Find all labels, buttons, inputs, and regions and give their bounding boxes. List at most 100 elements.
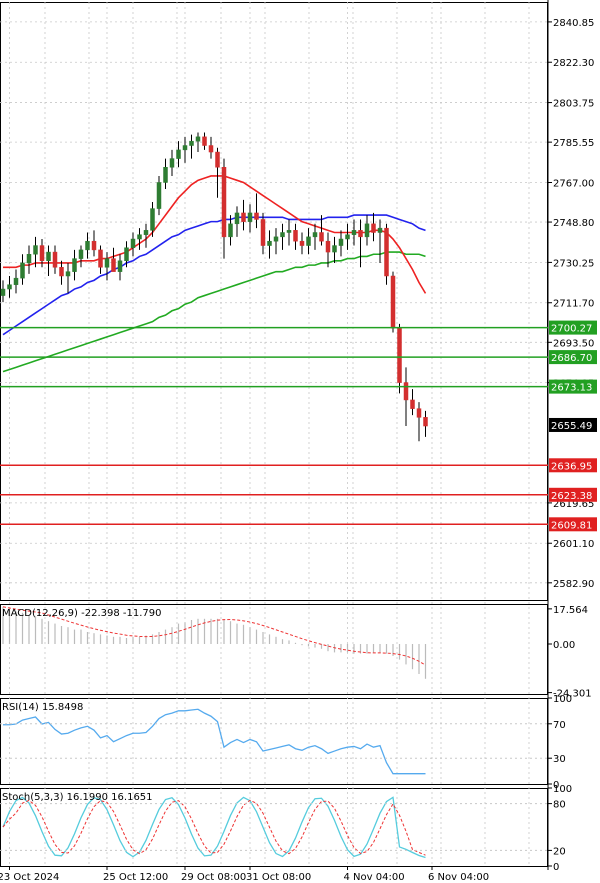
- stoch-tick-label: 80: [553, 800, 566, 811]
- candle-body: [410, 399, 415, 409]
- candle-body: [299, 240, 305, 246]
- candle-body: [20, 262, 25, 279]
- candle-body: [13, 277, 19, 285]
- candle-body: [254, 212, 259, 220]
- candle-body: [312, 232, 318, 238]
- candle-body: [319, 232, 324, 242]
- macd-tick-label: 0.00: [553, 640, 575, 651]
- main-panel: [0, 2, 548, 601]
- candle-body: [78, 249, 84, 259]
- candle-body: [416, 408, 422, 418]
- candle-body: [124, 247, 129, 262]
- candle-body: [169, 158, 175, 168]
- price-tick-label: 2803.75: [553, 99, 594, 110]
- candle-body: [241, 212, 246, 222]
- rsi-label: RSI(14) 15.8498: [2, 702, 83, 713]
- candle-body: [273, 236, 279, 242]
- candle-body: [286, 230, 292, 233]
- candle-body: [208, 145, 214, 153]
- candle-body: [91, 240, 97, 251]
- price-tick-label: 2693.50: [553, 338, 594, 349]
- candle-body: [234, 212, 240, 225]
- stoch-tick-label: 100: [553, 784, 572, 795]
- candle-body: [130, 238, 136, 248]
- resistance-level-tag-label: 2609.81: [551, 520, 592, 531]
- candle-body: [33, 245, 38, 255]
- price-tick-label: 2785.55: [553, 138, 594, 149]
- time-tick-label: 4 Nov 04:00: [344, 872, 405, 883]
- candle-body: [85, 240, 90, 251]
- rsi-line: [3, 708, 426, 775]
- rsi-tick-label: 70: [553, 720, 566, 731]
- candle-body: [163, 167, 168, 183]
- candle-body: [150, 208, 155, 231]
- candle-body: [364, 223, 370, 238]
- candle-body: [111, 258, 116, 272]
- candle-body: [390, 275, 396, 329]
- candle-body: [358, 230, 363, 238]
- candle-body: [59, 267, 64, 277]
- candle-body: [247, 212, 253, 222]
- candle-body: [182, 145, 188, 151]
- time-tick-label: 31 Oct 08:00: [246, 872, 311, 883]
- time-tick-label: 6 Nov 04:00: [428, 872, 489, 883]
- stoch-tick-label: 20: [553, 846, 566, 857]
- time-tick-label: 23 Oct 2024: [0, 872, 59, 883]
- price-tick-label: 2822.30: [553, 58, 594, 69]
- candle-body: [280, 232, 285, 238]
- candle-body: [0, 288, 6, 296]
- rsi-tick-label: 100: [553, 694, 572, 705]
- candle-body: [143, 230, 149, 235]
- time-tick-label: 25 Oct 12:00: [103, 872, 168, 883]
- candle-body: [397, 327, 402, 383]
- macd-label: MACD(12,26,9) -22.398 -11.790: [2, 608, 162, 619]
- candle-body: [377, 227, 383, 233]
- resistance-level-tag-label: 2623.38: [551, 491, 592, 502]
- candle-body: [26, 253, 32, 264]
- candle-body: [371, 223, 376, 233]
- candle-body: [403, 382, 409, 401]
- candle-body: [351, 230, 357, 235]
- price-tick-label: 2730.25: [553, 258, 594, 269]
- time-tick-label: 29 Oct 08:00: [181, 872, 246, 883]
- current-price-label: 2655.49: [551, 421, 592, 432]
- candle-body: [345, 234, 350, 240]
- candle-body: [52, 251, 58, 268]
- stoch-label: Stoch(5,3,3) 16.1990 16.1651: [2, 792, 153, 803]
- candle-body: [260, 219, 266, 246]
- candle-body: [46, 251, 51, 262]
- candle-body: [267, 240, 272, 246]
- price-chart[interactable]: 2840.85 2822.30 2803.75 2785.55 2767.00 2748.…: [0, 0, 600, 883]
- price-tick-label: 2767.00: [553, 178, 594, 189]
- candle-body: [202, 136, 207, 146]
- price-tick-label: 2840.85: [553, 18, 594, 29]
- candle-body: [221, 167, 227, 238]
- candle-body: [384, 227, 389, 277]
- candle-body: [325, 240, 331, 253]
- candle-body: [104, 258, 110, 268]
- price-tick-label: 2582.90: [553, 579, 594, 590]
- stoch-main-line: [2, 796, 426, 859]
- candle-body: [7, 284, 12, 290]
- price-tick-label: 2748.80: [553, 218, 594, 229]
- candle-body: [228, 223, 233, 238]
- support-level-tag-label: 2700.27: [551, 324, 592, 335]
- candle-body: [293, 230, 298, 242]
- price-tick-label: 2711.70: [553, 299, 594, 310]
- candle-body: [306, 236, 311, 246]
- candle-body: [338, 238, 344, 246]
- candle-body: [65, 271, 71, 277]
- stoch-tick-label: 0: [553, 862, 559, 873]
- candle-body: [137, 234, 142, 240]
- candle-body: [195, 136, 201, 142]
- candle-body: [332, 245, 337, 253]
- resistance-level-tag-label: 2636.95: [551, 461, 592, 472]
- candle-body: [39, 245, 45, 262]
- candle-body: [98, 249, 103, 268]
- candle-body: [176, 149, 181, 159]
- candle-body: [423, 417, 428, 427]
- candle-body: [189, 140, 194, 146]
- rsi-tick-label: 30: [553, 754, 566, 765]
- candle-body: [156, 182, 162, 209]
- support-level-tag-label: 2686.70: [551, 353, 592, 364]
